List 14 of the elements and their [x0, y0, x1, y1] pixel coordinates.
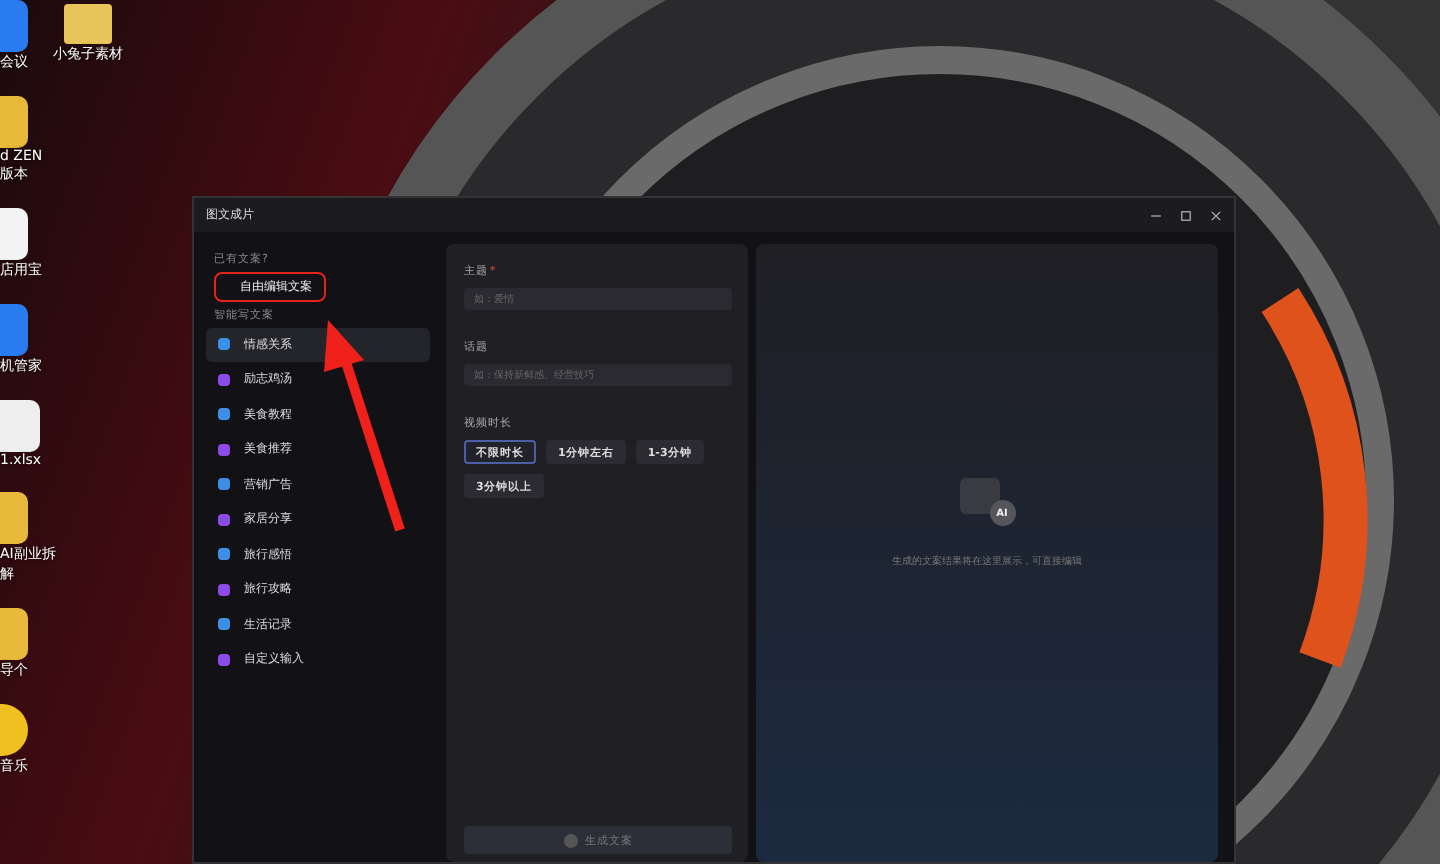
document-icon — [959, 478, 999, 514]
maximize-icon[interactable] — [1180, 209, 1192, 221]
category-icon — [218, 373, 230, 386]
category-icon — [218, 653, 230, 666]
category-icon — [218, 478, 230, 491]
category-icon — [218, 548, 230, 561]
category-icon — [218, 338, 230, 351]
category-icon — [218, 583, 230, 596]
category-icon — [218, 513, 230, 526]
minimize-icon[interactable] — [1150, 209, 1162, 221]
category-icon — [218, 408, 230, 421]
category-icon — [218, 443, 230, 456]
close-icon[interactable] — [1210, 209, 1222, 221]
category-icon — [218, 618, 230, 631]
